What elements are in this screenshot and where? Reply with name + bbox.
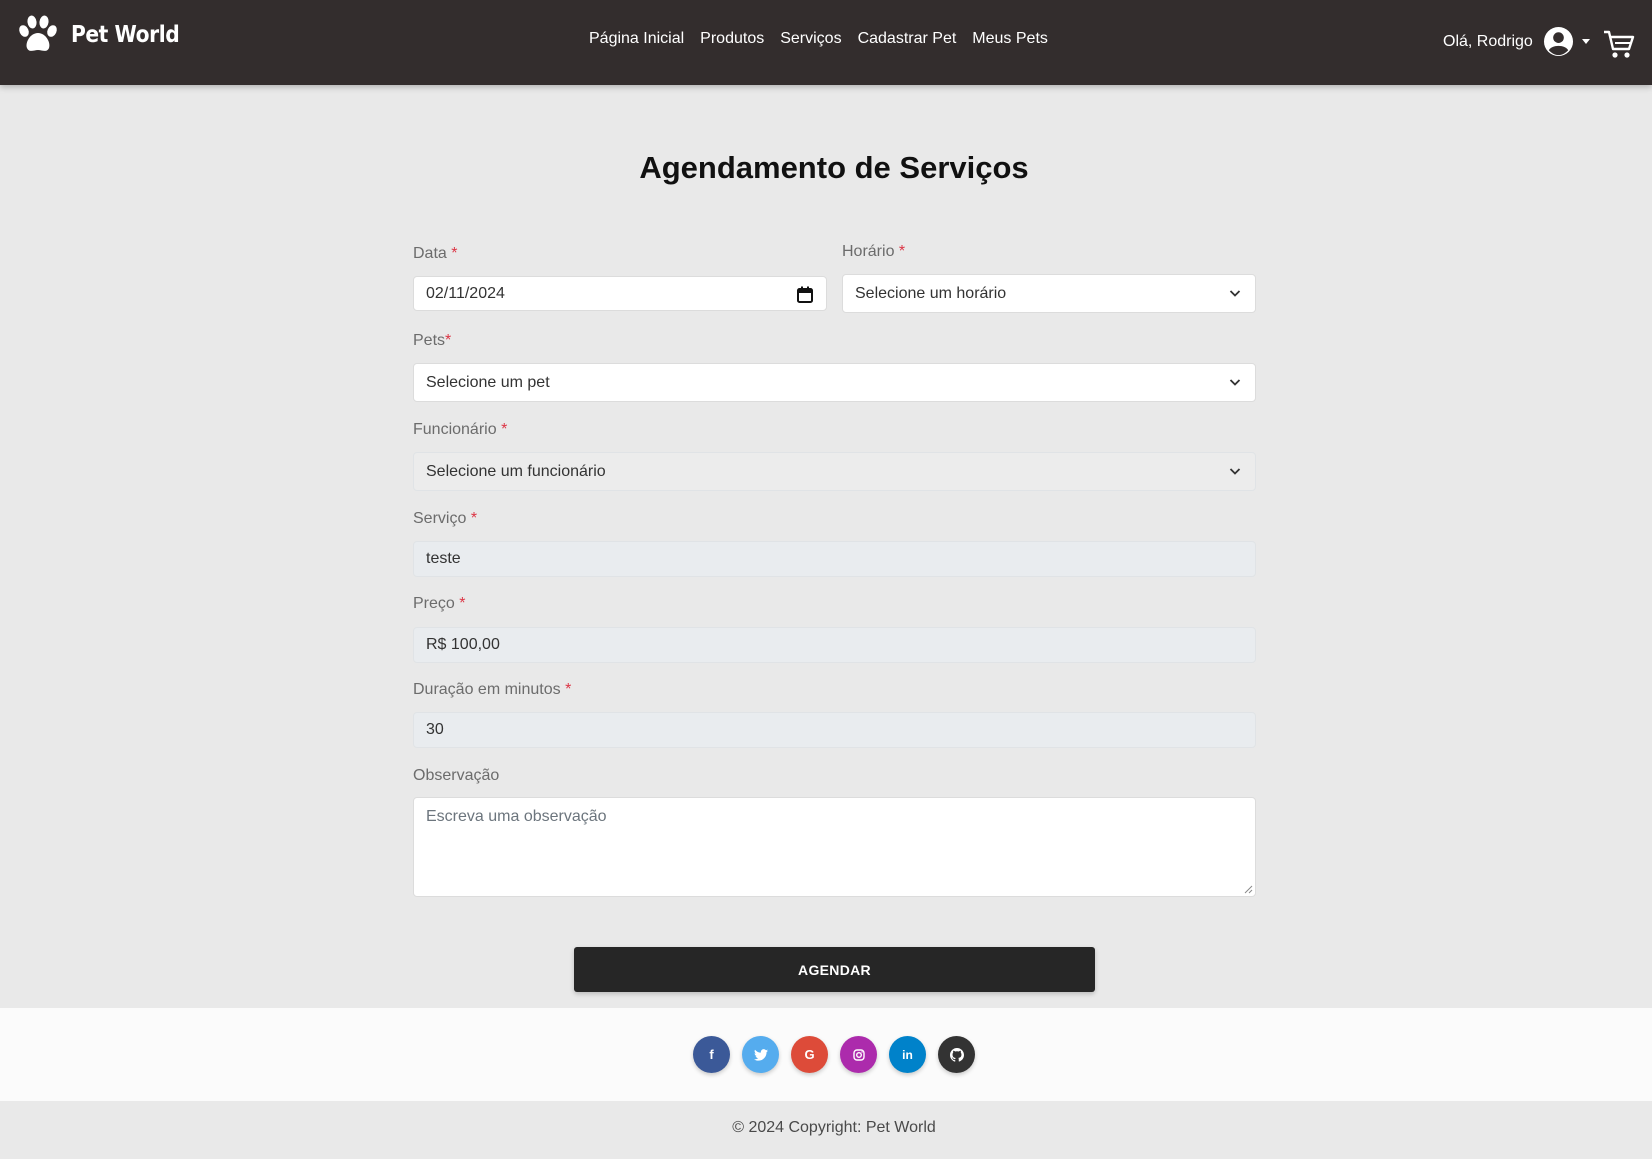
pets-label: Pets* (413, 332, 451, 350)
duration-input[interactable]: 30 (413, 712, 1256, 748)
employee-select-value: Selecione um funcionário (426, 462, 606, 480)
linkedin-icon[interactable]: in (889, 1036, 926, 1073)
chevron-down-icon (1229, 379, 1241, 386)
service-input[interactable]: teste (413, 541, 1256, 577)
google-icon[interactable]: G (791, 1036, 828, 1073)
employee-select[interactable]: Selecione um funcionário (413, 452, 1256, 491)
facebook-icon[interactable]: f (693, 1036, 730, 1073)
price-value: R$ 100,00 (426, 636, 500, 653)
nav-link-register-pet[interactable]: Cadastrar Pet (858, 30, 957, 48)
date-input[interactable]: 02/11/2024 (413, 276, 827, 311)
required-mark: * (470, 510, 478, 527)
time-label: Horário * (842, 243, 905, 261)
copyright-text: © 2024 Copyright: Pet World (732, 1119, 936, 1136)
brand[interactable]: Pet World (17, 15, 194, 55)
main-nav: Página Inicial Produtos Serviços Cadastr… (589, 30, 1048, 48)
required-mark: * (898, 243, 906, 260)
nav-link-my-pets[interactable]: Meus Pets (972, 30, 1048, 48)
pet-select[interactable]: Selecione um pet (413, 363, 1256, 402)
resize-handle-icon[interactable] (1243, 884, 1253, 894)
duration-label-text: Duração em minutos (413, 681, 561, 698)
calendar-icon[interactable] (797, 286, 813, 303)
date-value: 02/11/2024 (426, 284, 505, 302)
page-title: Agendamento de Serviços (639, 150, 1029, 185)
required-mark: * (501, 421, 508, 438)
required-mark: * (451, 245, 458, 262)
notes-placeholder: Escreva uma observação (426, 808, 607, 825)
time-select[interactable]: Selecione um horário (842, 274, 1256, 313)
required-mark: * (565, 681, 572, 698)
twitter-icon[interactable] (742, 1036, 779, 1073)
paw-icon (19, 15, 57, 51)
employee-label-text: Funcionário (413, 421, 497, 438)
chevron-down-icon (1229, 290, 1241, 297)
pet-select-value: Selecione um pet (426, 373, 550, 391)
pets-label-text: Pets (413, 332, 446, 349)
twitter-bird-icon (753, 1048, 768, 1061)
cart-icon[interactable] (1602, 27, 1636, 61)
duration-label: Duração em minutos * (413, 681, 571, 699)
brand-name: Pet World (71, 22, 180, 48)
github-octocat-icon (949, 1047, 964, 1062)
user-greeting: Olá, Rodrigo (1443, 32, 1533, 50)
instagram-icon[interactable] (840, 1036, 877, 1073)
time-select-value: Selecione um horário (855, 284, 1007, 302)
service-value: teste (426, 550, 461, 567)
date-label-text: Data (413, 245, 447, 262)
nav-link-products[interactable]: Produtos (700, 30, 764, 48)
required-mark: * (445, 332, 452, 349)
schedule-button[interactable]: AGENDAR (574, 947, 1095, 992)
price-label-text: Preço (413, 595, 455, 612)
notes-textarea[interactable]: Escreva uma observação (413, 797, 1256, 897)
chevron-down-icon[interactable] (1581, 39, 1590, 44)
user-menu[interactable]: Olá, Rodrigo (1443, 26, 1590, 57)
github-icon[interactable] (938, 1036, 975, 1073)
time-label-text: Horário (842, 243, 895, 260)
notes-label-text: Observação (413, 767, 500, 784)
user-circle-icon[interactable] (1543, 26, 1574, 57)
required-mark: * (459, 595, 466, 612)
service-label-text: Serviço (413, 510, 467, 527)
price-input[interactable]: R$ 100,00 (413, 627, 1256, 663)
employee-label: Funcionário * (413, 421, 507, 439)
instagram-glyph-icon (852, 1048, 865, 1061)
social-links: f G in (693, 1036, 975, 1073)
service-label: Serviço * (413, 510, 477, 528)
chevron-down-icon (1229, 468, 1241, 475)
duration-value: 30 (426, 721, 444, 738)
price-label: Preço * (413, 595, 465, 613)
navbar: Pet World Página Inicial Produtos Serviç… (0, 0, 1652, 85)
nav-link-home[interactable]: Página Inicial (589, 30, 684, 48)
date-label: Data * (413, 245, 457, 263)
nav-link-services[interactable]: Serviços (780, 30, 841, 48)
notes-label: Observação (413, 767, 499, 785)
